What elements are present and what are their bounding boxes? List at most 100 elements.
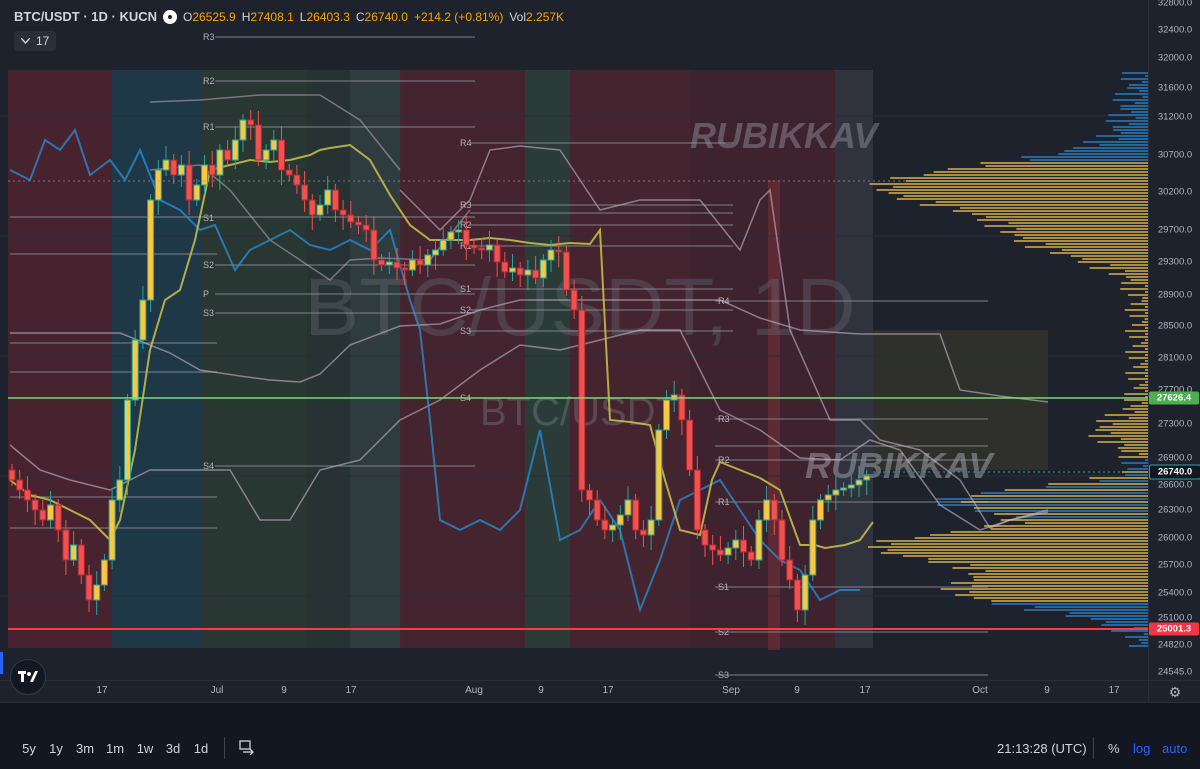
open-label: O — [183, 9, 193, 24]
pivot-label-s1-sep: S1 — [718, 582, 729, 592]
pivot-label-s1-aug: S1 — [460, 284, 471, 294]
candle-body — [408, 259, 416, 271]
range-3m-button[interactable]: 3m — [76, 741, 94, 756]
chart-settings-button[interactable]: ⚙ — [1148, 680, 1200, 703]
candle-body — [339, 209, 347, 216]
pivot-label-s2: S2 — [203, 260, 214, 270]
candle-body — [547, 249, 555, 261]
range-1d-button[interactable]: 1d — [194, 741, 208, 756]
price-tick-label: 26300.0 — [1157, 504, 1193, 516]
candle-body — [324, 189, 332, 206]
candle-body — [416, 259, 424, 266]
candle-body — [709, 544, 717, 551]
candle-body — [532, 269, 540, 279]
chart-area[interactable]: BTC/USDT, 1D BTC/USDT RUBIKKAV RUBIKKAV — [0, 0, 1148, 680]
candle-body — [393, 261, 401, 269]
range-1y-button[interactable]: 1y — [49, 741, 63, 756]
candle-body — [855, 479, 863, 486]
candle-body — [793, 579, 801, 611]
candle-body — [147, 199, 155, 301]
candle-body — [139, 299, 147, 341]
candle-body — [724, 547, 732, 556]
candle-body — [378, 259, 386, 266]
candle-body — [755, 519, 763, 561]
candle-body — [193, 184, 201, 201]
candle-body — [62, 529, 70, 561]
candle-body — [216, 149, 224, 176]
price-tick-label: 26900.0 — [1157, 452, 1193, 464]
price-chart[interactable]: BTC/USDT, 1D BTC/USDT RUBIKKAV RUBIKKAV — [0, 0, 1148, 680]
price-axis[interactable]: 32800.0 32400.0 32000.0 31600.0 31200.0 30700… — [1148, 0, 1200, 680]
price-tick-label: 30700.0 — [1157, 149, 1193, 161]
toolbar-separator — [1093, 737, 1094, 759]
price-tick-label: 25700.0 — [1157, 559, 1193, 571]
candle-body — [116, 479, 124, 501]
range-1m-button[interactable]: 1m — [106, 741, 124, 756]
candle-body — [562, 251, 570, 291]
time-tick-label: Aug — [465, 685, 483, 696]
time-tick-label: 17 — [1108, 685, 1120, 696]
low-value: 26403.3 — [306, 9, 350, 24]
clock-timezone-button[interactable]: 21:13:28 (UTC) — [997, 741, 1087, 756]
range-1w-button[interactable]: 1w — [137, 741, 154, 756]
time-axis[interactable]: 917Jul917Aug917Sep917Oct917 — [0, 680, 1148, 703]
candle-body — [301, 184, 309, 201]
logo-glyph — [18, 671, 38, 682]
candle-body — [578, 309, 586, 491]
candle-body — [447, 231, 455, 241]
range-3d-button[interactable]: 3d — [166, 741, 180, 756]
price-tick-label: 29700.0 — [1157, 224, 1193, 236]
candle-body — [478, 247, 486, 251]
time-tick-label: 9 — [794, 685, 800, 696]
candle-body — [470, 244, 478, 249]
time-tick-label: 9 — [1044, 685, 1050, 696]
price-tick-label: 32800.0 — [1157, 0, 1193, 9]
open-value: 26525.9 — [192, 9, 236, 24]
candle-body — [254, 124, 262, 161]
auto-scale-button[interactable]: auto — [1162, 741, 1187, 756]
market-status-icon — [163, 9, 177, 24]
candle-body — [701, 529, 709, 546]
percent-scale-button[interactable]: % — [1108, 741, 1120, 756]
candle-body — [54, 504, 62, 531]
compare-icon[interactable] — [238, 739, 254, 760]
candle-body — [385, 261, 393, 266]
pivot-label-p: P — [203, 289, 209, 299]
pivot-label-r1-sep: R1 — [718, 497, 730, 507]
vol-label: Vol — [509, 9, 527, 24]
price-tag-support: 25001.3 — [1149, 622, 1199, 636]
candle-body — [740, 539, 747, 553]
candle-body — [863, 475, 871, 481]
symbol-label[interactable]: BTC/USDT · 1D · KUCN — [14, 9, 157, 24]
candle-body — [824, 494, 832, 501]
candle-body — [293, 174, 301, 186]
candle-body — [424, 254, 432, 266]
price-tag-close: 26740.0 — [1149, 464, 1200, 480]
candle-body — [124, 399, 131, 481]
vol-value: 2.257K — [526, 9, 565, 24]
candle-body — [655, 429, 663, 521]
candle-body — [639, 529, 647, 536]
candle-body — [208, 164, 216, 176]
tradingview-logo-icon[interactable] — [10, 659, 46, 695]
time-tick-label: 9 — [281, 685, 287, 696]
pivot-label-s3: S3 — [203, 308, 214, 318]
candle-body — [247, 119, 255, 126]
range-5y-button[interactable]: 5y — [22, 741, 36, 756]
candle-body — [847, 484, 855, 489]
candle-body — [77, 544, 85, 576]
candle-body — [493, 244, 501, 263]
price-tick-label: 25400.0 — [1157, 587, 1193, 599]
candle-body — [732, 539, 740, 549]
session-zones — [8, 70, 1048, 650]
candle-body — [177, 164, 185, 176]
log-scale-button[interactable]: log — [1133, 741, 1150, 756]
candle-body — [817, 499, 824, 521]
candle-body — [370, 229, 378, 261]
candle-body — [686, 419, 694, 471]
candle-body — [663, 399, 670, 431]
price-tick-label: 32000.0 — [1157, 52, 1193, 64]
candle-body — [23, 489, 31, 501]
candle-body — [185, 164, 193, 201]
indicators-toggle-button[interactable]: 17 — [14, 31, 57, 51]
